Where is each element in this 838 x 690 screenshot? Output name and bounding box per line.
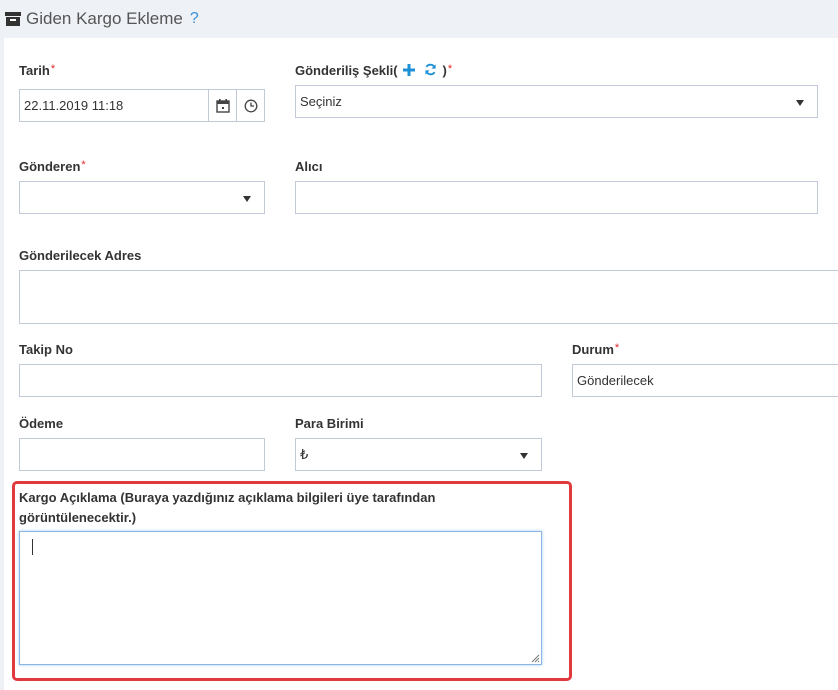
gonderen-select[interactable]: [19, 181, 265, 214]
highlight-box: [12, 481, 572, 681]
chevron-down-icon: [796, 100, 804, 106]
tarih-field[interactable]: 22.11.2019 11:18: [19, 89, 265, 122]
gonderilis-select[interactable]: Seçiniz: [295, 85, 818, 118]
durum-label: Durum*: [572, 342, 620, 357]
alici-input[interactable]: [295, 181, 818, 214]
clock-button[interactable]: [236, 90, 264, 121]
chevron-down-icon: [520, 453, 528, 459]
archive-box-icon: [5, 12, 21, 26]
page-title: Giden Kargo Ekleme: [26, 9, 183, 28]
refresh-icon[interactable]: [424, 63, 437, 76]
calendar-icon: [215, 98, 230, 113]
odeme-input[interactable]: [19, 438, 265, 471]
adres-input[interactable]: [19, 270, 838, 324]
gonderilis-value: Seçiniz: [300, 94, 342, 109]
clock-icon: [244, 99, 257, 112]
calendar-button[interactable]: [208, 90, 236, 121]
para-birimi-value: ₺: [300, 446, 309, 462]
odeme-label: Ödeme: [19, 416, 64, 431]
tarih-label: Tarih*: [19, 63, 56, 78]
durum-input[interactable]: Gönderilecek: [572, 364, 838, 397]
tarih-value: 22.11.2019 11:18: [24, 98, 124, 113]
page-header: Giden Kargo Ekleme ?: [0, 0, 838, 38]
help-icon[interactable]: ?: [190, 10, 199, 28]
para-birimi-label: Para Birimi: [295, 416, 364, 431]
gonderilis-label: Gönderiliş Şekli( )*: [295, 63, 453, 78]
durum-value: Gönderilecek: [577, 373, 654, 388]
takip-input[interactable]: [19, 364, 542, 397]
chevron-down-icon: [243, 196, 251, 202]
plus-icon[interactable]: [403, 64, 416, 76]
takip-label: Takip No: [19, 342, 73, 357]
alici-label: Alıcı: [295, 159, 323, 174]
para-birimi-select[interactable]: ₺: [295, 438, 542, 471]
adres-label: Gönderilecek Adres: [19, 248, 142, 263]
gonderen-label: Gönderen*: [19, 159, 86, 174]
